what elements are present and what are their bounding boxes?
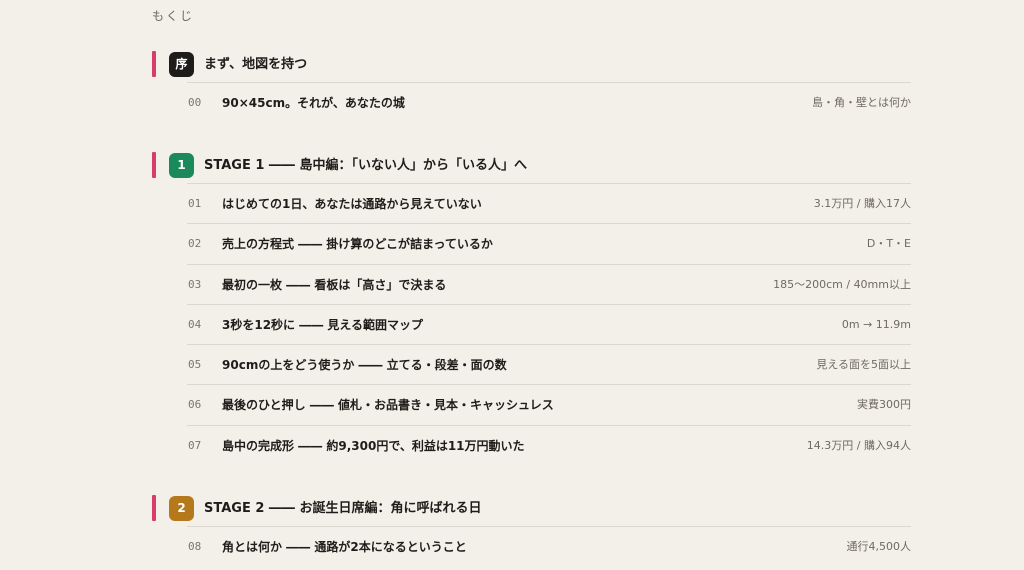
chapter-row-05[interactable]: 05 90cmの上をどう使うか ―― 立てる・段差・面の数 見える面を5面以上 <box>187 344 911 384</box>
section-stage-1: 1 STAGE 1 ―― 島中編：「いない人」から「いる人」へ 01 はじめての… <box>152 149 912 453</box>
chapter-number: 07 <box>188 438 202 452</box>
chapter-list: 08 角とは何か ―― 通路が2本になるということ 通行4,500人 <box>187 526 911 566</box>
section-badge: 序 <box>169 52 194 77</box>
chapter-meta: 実費300円 <box>857 398 911 412</box>
chapter-number: 02 <box>188 237 202 251</box>
chapter-number: 05 <box>188 358 202 372</box>
chapter-title[interactable]: 90×45cm。それが、あなたの城 <box>222 93 405 113</box>
chapter-list: 01 はじめての1日、あなたは通路から見えていない 3.1万円 / 購入17人 … <box>187 183 911 465</box>
chapter-meta: 14.3万円 / 購入94人 <box>806 438 911 452</box>
chapter-meta: 見える面を5面以上 <box>816 358 911 372</box>
chapter-number: 06 <box>188 398 202 412</box>
chapter-title[interactable]: 3秒を12秒に ―― 見える範囲マップ <box>222 315 423 335</box>
chapter-row-04[interactable]: 04 3秒を12秒に ―― 見える範囲マップ 0m → 11.9m <box>187 303 911 344</box>
chapter-list: 00 90×45cm。それが、あなたの城 島・角・壁とは何か <box>187 82 911 122</box>
section-stage-2: 2 STAGE 2 ―― お誕生日席編：角に呼ばれる日 08 角とは何か ―― … <box>152 492 912 554</box>
chapter-title[interactable]: 90cmの上をどう使うか ―― 立てる・段差・面の数 <box>222 355 507 375</box>
section-header: 序 まず、地図を持つ <box>152 48 912 82</box>
section-title[interactable]: まず、地図を持つ <box>204 55 307 75</box>
chapter-title[interactable]: はじめての1日、あなたは通路から見えていない <box>222 194 482 214</box>
chapter-meta: 島・角・壁とは何か <box>812 96 911 109</box>
chapter-number: 08 <box>188 540 202 553</box>
chapter-meta: D・T・E <box>866 237 911 251</box>
section-header: 2 STAGE 2 ―― お誕生日席編：角に呼ばれる日 <box>152 492 912 526</box>
chapter-number: 03 <box>188 277 202 291</box>
toc-heading: もくじ <box>152 9 195 23</box>
chapter-meta: 通行4,500人 <box>846 540 912 553</box>
section-header: 1 STAGE 1 ―― 島中編：「いない人」から「いる人」へ <box>152 149 912 183</box>
chapter-row-03[interactable]: 03 最初の一枚 ―― 看板は「高さ」で決まる 185〜200cm / 40mm… <box>187 263 911 304</box>
chapter-row-01[interactable]: 01 はじめての1日、あなたは通路から見えていない 3.1万円 / 購入17人 <box>187 183 911 223</box>
section-title[interactable]: STAGE 1 ―― 島中編：「いない人」から「いる人」へ <box>204 156 527 176</box>
chapter-title[interactable]: 売上の方程式 ―― 掛け算のどこが詰まっているか <box>222 234 493 254</box>
section-badge: 2 <box>169 496 194 521</box>
chapter-title[interactable]: 最後のひと押し ―― 値札・お品書き・見本・キャッシュレス <box>222 395 554 415</box>
chapter-meta: 0m → 11.9m <box>841 317 911 331</box>
chapter-meta: 185〜200cm / 40mm以上 <box>773 277 911 291</box>
section-accent-bar <box>152 152 156 178</box>
section-badge: 1 <box>169 153 194 178</box>
chapter-row-02[interactable]: 02 売上の方程式 ―― 掛け算のどこが詰まっているか D・T・E <box>187 223 911 263</box>
chapter-meta: 3.1万円 / 購入17人 <box>813 197 911 210</box>
chapter-row-06[interactable]: 06 最後のひと押し ―― 値札・お品書き・見本・キャッシュレス 実費300円 <box>187 384 911 424</box>
section-accent-bar <box>152 495 156 521</box>
chapter-row-00[interactable]: 00 90×45cm。それが、あなたの城 島・角・壁とは何か <box>187 82 911 122</box>
chapter-number: 04 <box>188 317 202 331</box>
chapter-title[interactable]: 角とは何か ―― 通路が2本になるということ <box>222 537 467 557</box>
section-accent-bar <box>152 51 156 77</box>
chapter-number: 00 <box>188 96 202 109</box>
chapter-row-07[interactable]: 07 島中の完成形 ―― 約9,300円で、利益は11万円動いた 14.3万円 … <box>187 424 911 465</box>
chapter-row-08[interactable]: 08 角とは何か ―― 通路が2本になるということ 通行4,500人 <box>187 526 911 566</box>
section-title[interactable]: STAGE 2 ―― お誕生日席編：角に呼ばれる日 <box>204 499 481 519</box>
table-of-contents: もくじ 序 まず、地図を持つ 00 90×45cm。それが、あなたの城 島・角・… <box>0 0 1024 570</box>
chapter-title[interactable]: 島中の完成形 ―― 約9,300円で、利益は11万円動いた <box>222 436 525 456</box>
chapter-number: 01 <box>188 197 202 210</box>
chapter-title[interactable]: 最初の一枚 ―― 看板は「高さ」で決まる <box>222 275 446 295</box>
section-intro: 序 まず、地図を持つ 00 90×45cm。それが、あなたの城 島・角・壁とは何… <box>152 48 912 110</box>
